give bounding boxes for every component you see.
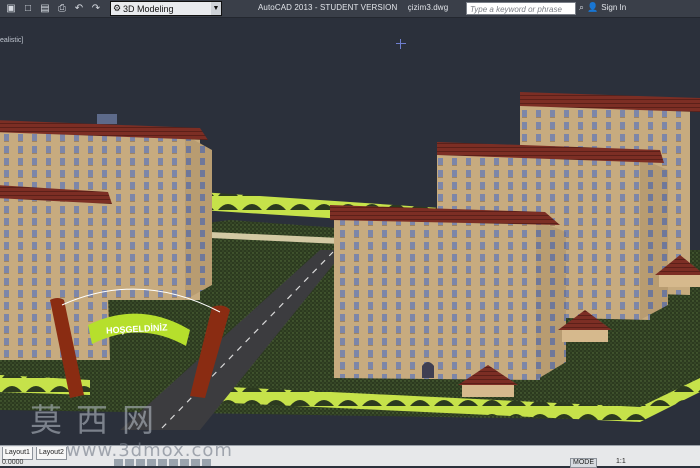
new-file-icon[interactable]: □ [21, 2, 35, 15]
print-icon[interactable]: ⎙ [55, 2, 69, 15]
chevron-down-icon[interactable]: ▼ [211, 2, 221, 15]
building-right-middle-side [640, 158, 668, 320]
building-center [334, 212, 540, 380]
search-input[interactable]: Type a keyword or phrase [466, 2, 576, 15]
workspace-dropdown[interactable]: ⚙ 3D Modeling ▼ [110, 1, 222, 16]
title-right-controls: ⌕ 👤 Sign In [579, 2, 626, 13]
app-title: AutoCAD 2013 - STUDENT VERSION [258, 3, 398, 12]
workspace-label: 3D Modeling [123, 3, 174, 14]
sign-in-link[interactable]: Sign In [601, 3, 626, 12]
tab-layout2[interactable]: Layout2 [36, 447, 67, 460]
file-name: çizim3.dwg [407, 3, 449, 12]
model-button[interactable]: MODE [570, 458, 597, 468]
entrance-door [422, 362, 434, 378]
window-title: AutoCAD 2013 - STUDENT VERSION çizim3.dw… [258, 3, 448, 12]
watermark-url: www.3dmox.com [66, 440, 233, 461]
undo-icon[interactable]: ↶ [72, 2, 86, 15]
save-icon[interactable]: ▤ [38, 2, 52, 15]
redo-icon[interactable]: ↷ [89, 2, 103, 15]
quick-access-toolbar: ▣ □ ▤ ⎙ ↶ ↷ ⚙ 3D Modeling ▼ [0, 0, 222, 17]
title-bar: ▣ □ ▤ ⎙ ↶ ↷ ⚙ 3D Modeling ▼ AutoCAD 2013… [0, 0, 700, 18]
rooftop-unit [97, 114, 117, 124]
drawing-viewport[interactable]: HOŞGELDİNİZ ealistic] [0, 18, 700, 445]
watermark-text: 莫西网 [30, 401, 169, 439]
crosshair-cursor [396, 39, 406, 49]
user-icon[interactable]: 👤 [587, 2, 598, 13]
3d-scene [0, 92, 700, 430]
app-menu-icon[interactable]: ▣ [4, 2, 18, 15]
gear-icon: ⚙ [112, 3, 122, 13]
visual-style-label[interactable]: ealistic] [0, 37, 23, 44]
building-left-back-side [185, 135, 212, 300]
annotation-scale[interactable]: 1:1 [616, 458, 626, 465]
binoculars-icon[interactable]: ⌕ [579, 2, 584, 13]
building-center-side [536, 220, 566, 380]
